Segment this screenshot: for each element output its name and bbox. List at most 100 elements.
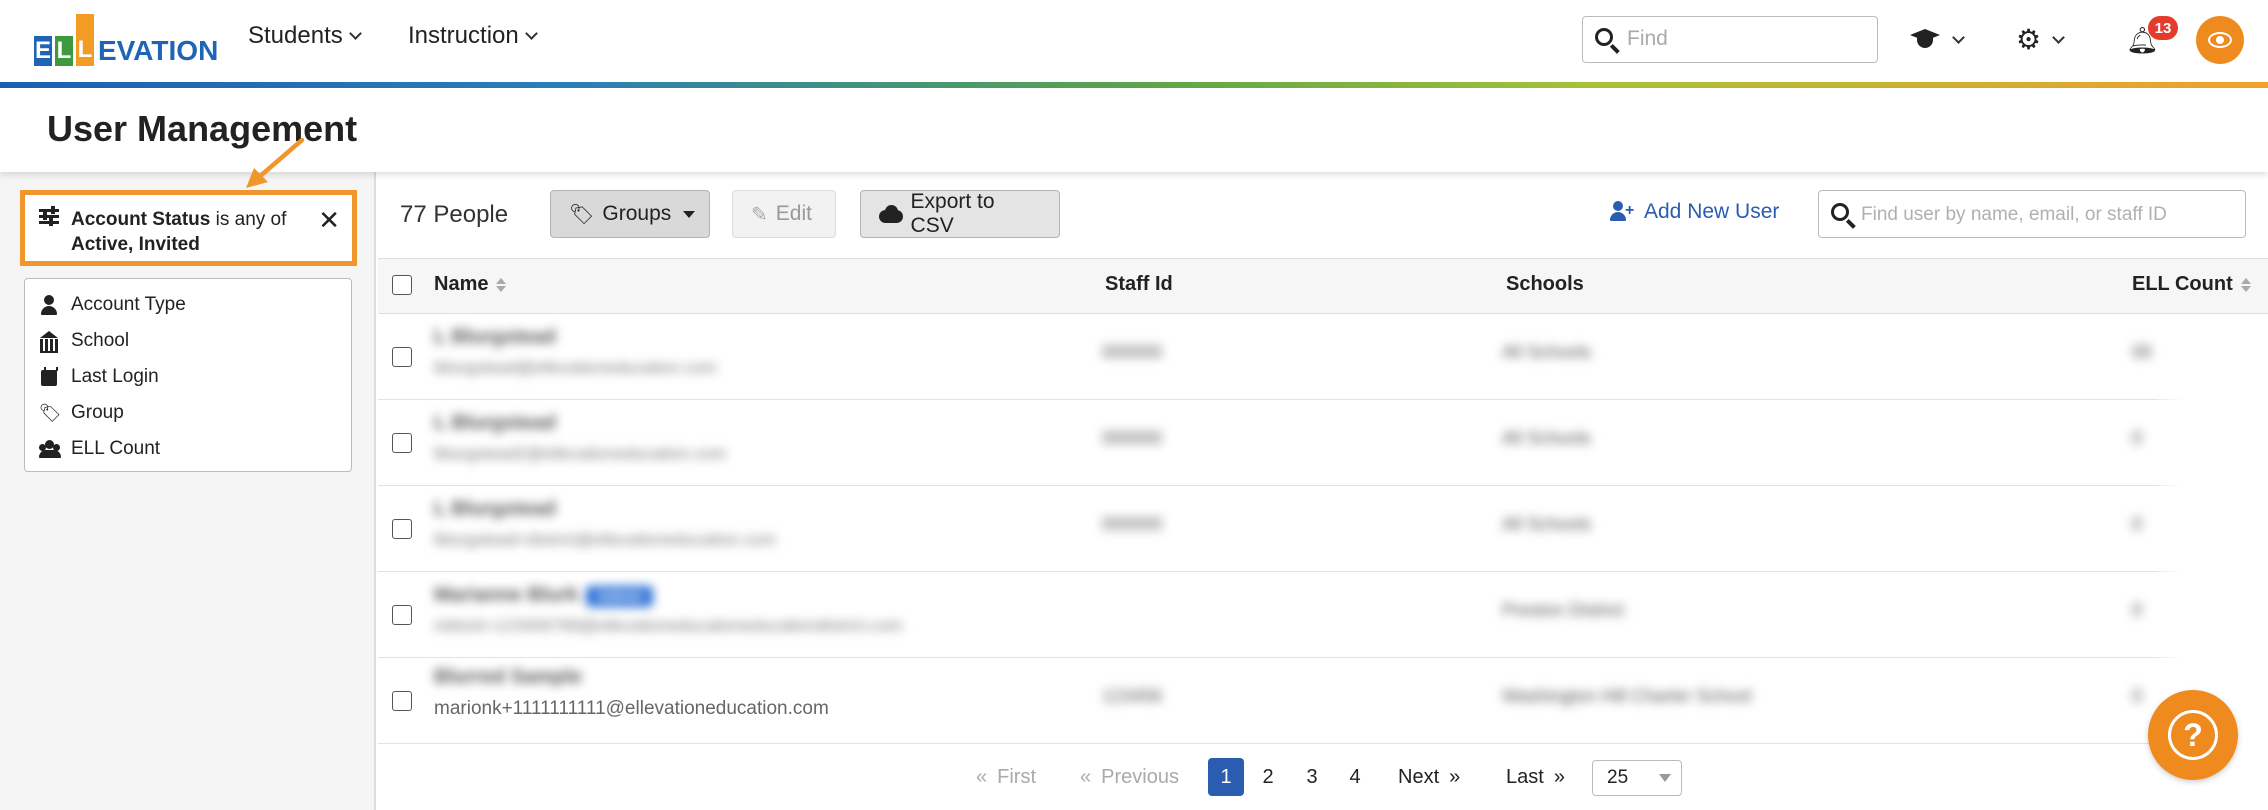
page-link-1[interactable]: 1 [1208, 758, 1244, 796]
settings-menu[interactable]: ⚙ [2016, 20, 2065, 60]
active-filter-chip[interactable]: Account Status is any of Active, Invited… [20, 190, 357, 266]
last-page-link[interactable]: Last » [1506, 758, 1565, 796]
filter-option-last-login[interactable]: Last Login [25, 359, 351, 395]
ell-count: 00 [2132, 342, 2153, 362]
help-button[interactable]: ? [2148, 690, 2238, 780]
filter-option-label: Account Type [71, 294, 186, 315]
row-checkbox[interactable] [392, 519, 412, 539]
filter-option-group[interactable]: 🏷︎ Group [25, 395, 351, 431]
page-link-4[interactable]: 4 [1337, 758, 1373, 796]
select-all-checkbox[interactable] [392, 275, 412, 295]
filter-field: Account Status [71, 209, 211, 230]
user-name[interactable]: L Blurgstead [434, 412, 556, 435]
filter-option-school[interactable]: School [25, 323, 351, 359]
table-row[interactable]: L Blurgstead lblurgstead2@ellevationeduc… [378, 400, 2268, 486]
search-icon [1595, 28, 1613, 46]
filter-option-label: ELL Count [71, 438, 161, 459]
filter-operator: is any of [215, 209, 287, 230]
laquo-icon: « [976, 765, 988, 788]
schools: All Schools [1502, 428, 1592, 448]
user-email: mblurk+123456789@ellevationeducationeduc… [434, 616, 903, 635]
row-checkbox[interactable] [392, 605, 412, 625]
annotation-arrow [246, 137, 305, 188]
page-size-value: 25 [1607, 767, 1629, 788]
people-count: 77 People [400, 201, 509, 228]
user-email: marionk+1111111111@ellevationeducation.c… [434, 698, 829, 719]
nav-students-label: Students [248, 22, 343, 49]
first-label: First [997, 765, 1037, 788]
schools: All Schools [1502, 342, 1592, 362]
page-link-2[interactable]: 2 [1250, 758, 1286, 796]
staff-id: 123456 [1102, 686, 1163, 706]
school-year-menu[interactable] [1910, 20, 1965, 60]
user-search [1818, 190, 2246, 238]
user-name[interactable]: L Blurgstead [434, 326, 556, 349]
chevron-down-icon [524, 26, 538, 40]
filter-option-account-type[interactable]: Account Type [25, 287, 351, 323]
user-name[interactable]: Blurred Sample [434, 666, 582, 689]
cloud-download-icon [879, 205, 903, 223]
nav-instruction-menu[interactable]: Instruction [408, 22, 538, 50]
filter-option-label: Last Login [71, 366, 159, 387]
page-link-3[interactable]: 3 [1294, 758, 1330, 796]
search-icon [1831, 203, 1849, 221]
row-checkbox[interactable] [392, 347, 412, 367]
column-header-ell-count[interactable]: ELL Count [2132, 273, 2251, 296]
page-size-select[interactable]: 25 [1592, 760, 1682, 796]
laquo-icon: « [1080, 765, 1092, 788]
filter-option-ell-count[interactable]: ELL Count [25, 431, 351, 467]
sliders-icon [39, 206, 59, 226]
nav-students-menu[interactable]: Students [248, 22, 362, 50]
edit-button[interactable]: ✎ Edit [732, 190, 836, 238]
groups-button[interactable]: 🏷︎ Groups [550, 190, 710, 238]
next-page-link[interactable]: Next » [1398, 758, 1460, 796]
staff-id: 000000 [1102, 342, 1163, 362]
user-search-input[interactable] [1861, 201, 2231, 229]
table-row[interactable]: Marianne Blurk Admin mblurk+123456789@ell… [378, 572, 2268, 658]
schools: Preston District [1502, 600, 1625, 620]
ellevation-logo[interactable]: E L L EVATION [34, 14, 218, 66]
table-toolbar: 77 People 🏷︎ Groups ✎ Edit Export to CSV… [378, 172, 2268, 258]
first-page-link[interactable]: « First [976, 758, 1036, 796]
column-header-name[interactable]: Name [434, 273, 507, 296]
table-row[interactable]: L Blurgstead lblurgstead+district@elleva… [378, 486, 2268, 572]
table-row[interactable]: L Blurgstead lblurgstead@ellevationeduca… [378, 314, 2268, 400]
user-name[interactable]: L Blurgstead [434, 498, 556, 521]
export-csv-button[interactable]: Export to CSV [860, 190, 1060, 238]
column-label: Schools [1506, 273, 1584, 295]
page-header: User Management [0, 88, 2268, 172]
table-header: Name Staff Id Schools ELL Count [378, 258, 2268, 314]
chevron-down-icon [348, 26, 362, 40]
staff-id: 000000 [1102, 514, 1163, 534]
caret-down-icon [1659, 774, 1671, 782]
view-as-button[interactable] [2196, 16, 2244, 64]
bell-icon: 🔔︎ [2126, 25, 2160, 55]
top-navbar: E L L EVATION Students Instruction ⚙ 🔔︎ … [0, 0, 2268, 82]
raquo-icon: » [1553, 765, 1565, 788]
notification-count-badge: 13 [2148, 16, 2178, 40]
raquo-icon: » [1449, 765, 1461, 788]
add-new-user-link[interactable]: + Add New User [1610, 200, 1779, 224]
user-name[interactable]: Marianne Blurk Admin [434, 584, 654, 607]
sort-icon [496, 277, 507, 292]
school-building-icon [39, 331, 61, 353]
notifications-button[interactable]: 🔔︎ [2126, 20, 2160, 60]
person-icon [39, 295, 61, 315]
staff-id: 000000 [1102, 428, 1163, 448]
user-plus-icon: + [1610, 201, 1636, 223]
global-find-input[interactable] [1627, 25, 1867, 53]
row-checkbox[interactable] [392, 691, 412, 711]
logo-letter-l1: L [55, 36, 73, 66]
ell-count: 0 [2132, 600, 2143, 620]
calendar-icon [39, 367, 61, 387]
chevron-down-icon [2052, 30, 2065, 44]
question-icon: ? [2168, 710, 2218, 760]
sort-icon [2240, 277, 2251, 292]
table-row[interactable]: Blurred Sample marionk+1111111111@elleva… [378, 658, 2268, 744]
row-checkbox[interactable] [392, 433, 412, 453]
previous-page-link[interactable]: « Previous [1080, 758, 1179, 796]
table-scroll-fade [2156, 314, 2268, 744]
close-icon[interactable]: ✕ [318, 205, 340, 236]
filter-options-list: Account Type School Last Login 🏷︎ Group … [24, 278, 352, 472]
page-title: User Management [47, 108, 358, 149]
